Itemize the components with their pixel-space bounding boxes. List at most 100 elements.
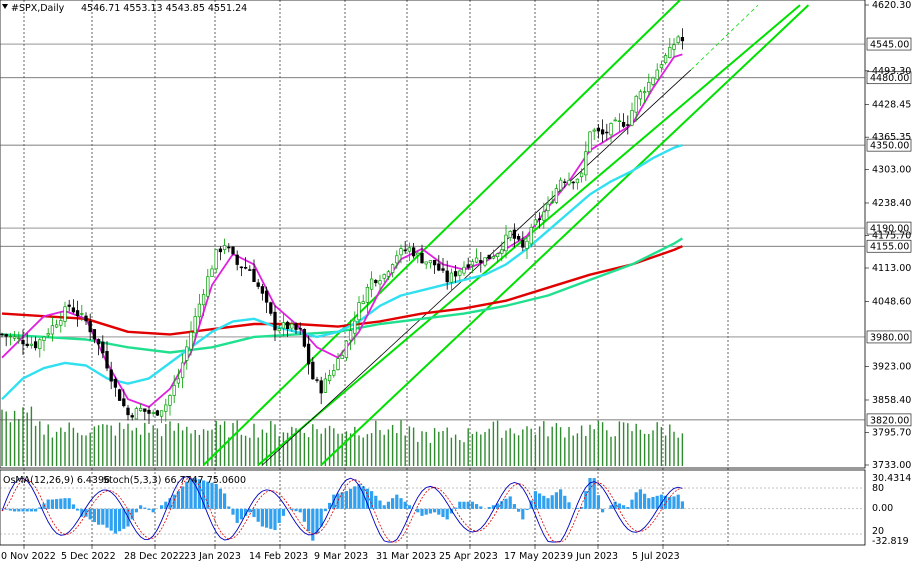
time-tick-label: 14 Feb 2023 <box>249 551 308 562</box>
candle-body <box>508 231 512 238</box>
candle-body <box>281 322 286 329</box>
candle-body <box>647 82 651 92</box>
candle-body <box>63 306 67 322</box>
time-tick-label: 5 Jul 2023 <box>632 551 680 562</box>
candle-body <box>420 253 424 264</box>
candle-body <box>222 245 227 251</box>
price-tick-label: 4303.00 <box>872 164 911 175</box>
candle-body <box>453 271 458 277</box>
ohlc-values: 4546.71 4553.13 4543.85 4551.24 <box>81 3 247 14</box>
candle-body <box>113 378 118 388</box>
level-label: 3980.00 <box>870 332 909 343</box>
time-tick-label: 28 Dec 2022 <box>124 551 185 562</box>
time-tick-label: 9 Mar 2023 <box>314 551 368 562</box>
candle-body <box>117 389 122 401</box>
price-tick-label: 4175.70 <box>872 230 911 241</box>
candle-body <box>449 272 454 283</box>
candle-body <box>17 337 21 340</box>
candle-body <box>290 323 294 329</box>
candle-body <box>369 278 374 290</box>
candle-body <box>294 323 298 330</box>
time-tick-label: 17 May 2023 <box>504 551 566 562</box>
candle-body <box>584 151 588 176</box>
time-tick-label: 25 Apr 2023 <box>439 551 498 562</box>
time-tick-label: 5 Dec 2022 <box>61 551 116 562</box>
candle-body <box>428 260 433 264</box>
candle-body <box>642 91 647 94</box>
candle-body <box>563 181 567 184</box>
candle-body <box>248 269 252 271</box>
candle-body <box>218 248 223 253</box>
candle-body <box>243 267 248 269</box>
candle-body <box>353 320 357 334</box>
price-tick-label: 3795.70 <box>872 427 911 438</box>
candle-body <box>84 315 88 322</box>
time-tick-label: 9 Jun 2023 <box>567 551 618 562</box>
candle-body <box>185 346 189 361</box>
candle-body <box>235 254 239 265</box>
candle-body <box>537 218 542 220</box>
osc-tick-label: 80 <box>872 483 884 494</box>
candle-body <box>46 333 50 336</box>
candle-body <box>621 122 626 127</box>
candle-body <box>441 268 445 271</box>
candle-body <box>315 379 319 381</box>
candle-body <box>193 316 197 334</box>
candle-body <box>277 328 281 332</box>
candle-body <box>651 77 655 85</box>
candle-body <box>348 330 353 341</box>
candle-body <box>613 119 617 122</box>
candle-body <box>378 280 382 285</box>
candle-body <box>214 249 218 270</box>
candle-body <box>365 286 370 303</box>
candle-body <box>521 239 525 248</box>
candle-body <box>407 247 412 252</box>
candle-body <box>550 201 554 204</box>
candle-body <box>399 248 403 256</box>
candle-body <box>197 303 202 318</box>
candle-body <box>554 188 559 203</box>
candle-body <box>516 236 521 240</box>
candle-body <box>571 181 575 184</box>
candle-body <box>592 129 596 132</box>
candle-body <box>458 270 462 276</box>
candle-body <box>386 271 391 277</box>
candle-body <box>668 47 672 59</box>
candle-body <box>256 282 260 287</box>
candle-body <box>239 266 244 269</box>
candle-body <box>75 310 80 317</box>
candle-body <box>138 408 143 412</box>
candle-body <box>558 179 563 191</box>
candle-body <box>71 307 76 313</box>
candle-body <box>172 385 176 396</box>
time-tick-label: 0 Nov 2022 <box>1 551 56 562</box>
candle-body <box>33 341 38 349</box>
price-tick-label: 4238.40 <box>872 198 911 209</box>
price-tick-label: 4428.45 <box>872 99 911 110</box>
level-label: 3820.00 <box>870 415 909 426</box>
candle-body <box>201 294 206 306</box>
candle-body <box>474 257 479 263</box>
candle-body <box>626 124 630 126</box>
candle-body <box>638 91 643 100</box>
candle-body <box>273 311 277 331</box>
candle-body <box>311 361 315 380</box>
candle-body <box>285 321 290 330</box>
time-tick-label: 31 Mar 2023 <box>376 551 436 562</box>
candle-body <box>302 328 307 347</box>
candle-body <box>462 266 466 274</box>
price-tick-label: 4048.60 <box>872 296 911 307</box>
candle-body <box>59 320 63 326</box>
candle-body <box>588 131 592 153</box>
candle-body <box>504 234 508 252</box>
candle-body <box>479 260 483 263</box>
candle-body <box>361 301 365 304</box>
candle-body <box>101 341 105 354</box>
candle-body <box>105 351 109 369</box>
candle-body <box>512 229 517 239</box>
price-tick-label: 4365.35 <box>872 132 911 143</box>
candle-body <box>605 131 609 134</box>
candle-body <box>159 410 164 417</box>
candle-body <box>432 259 437 266</box>
candle-body <box>466 264 470 268</box>
